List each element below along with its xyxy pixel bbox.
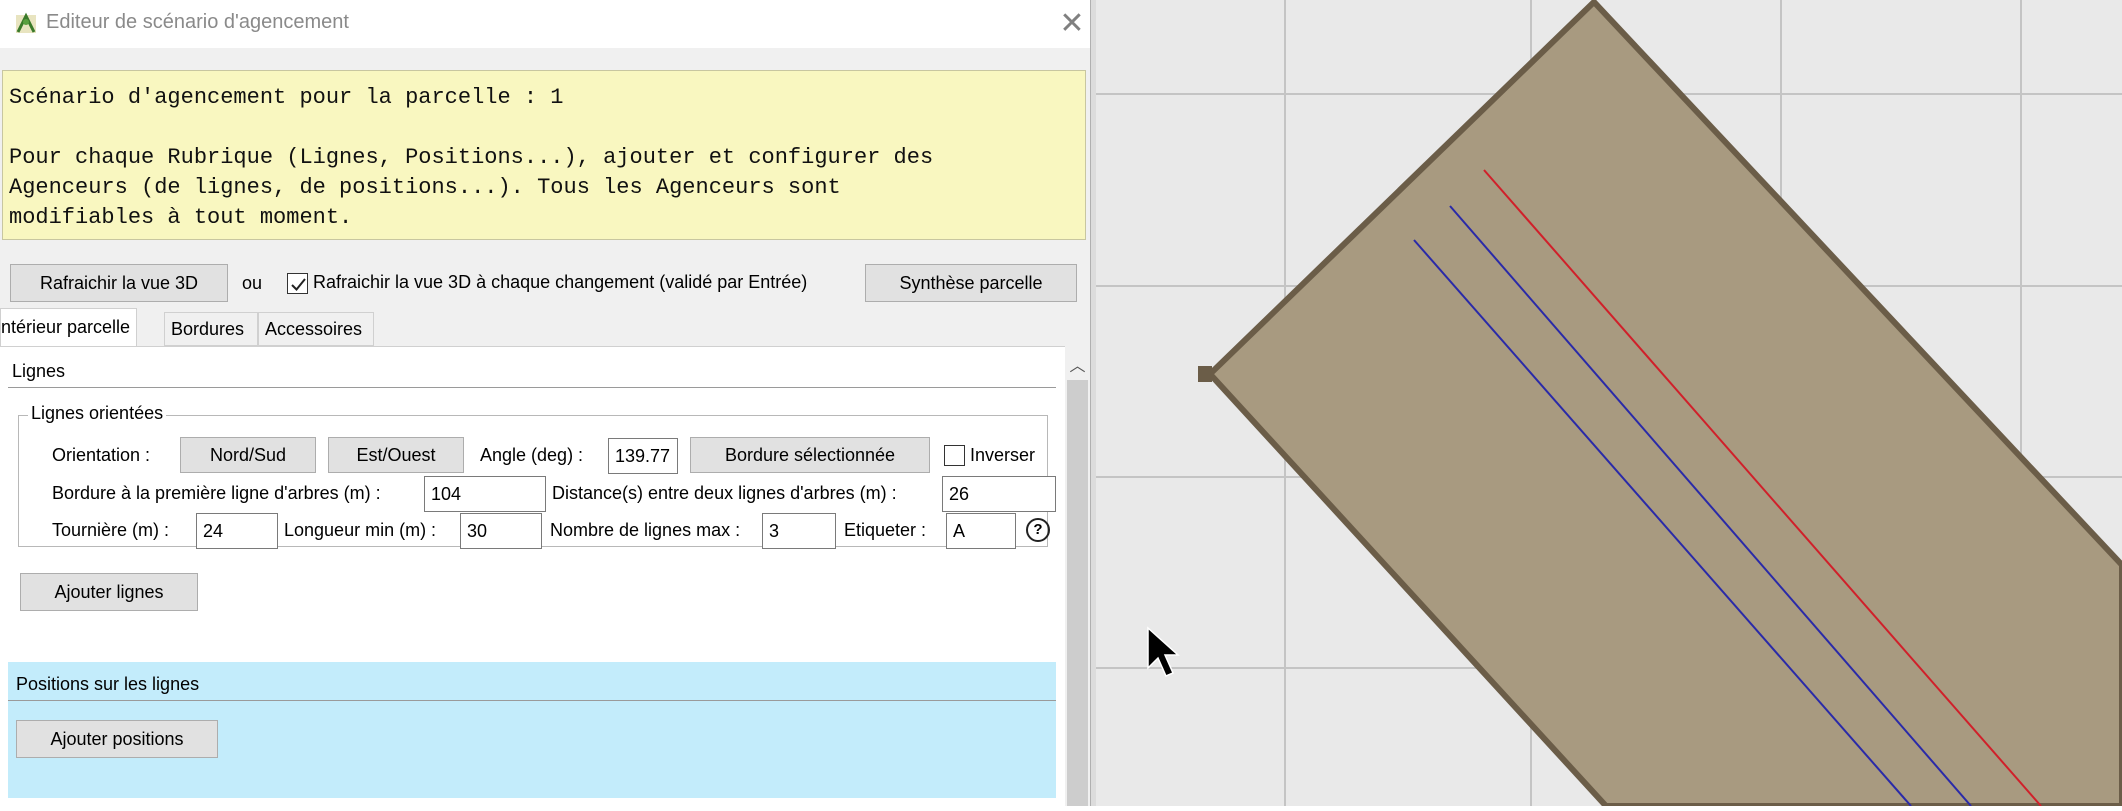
distance-between-lines-field[interactable]: 26 <box>942 476 1056 512</box>
invert-checkbox[interactable] <box>944 445 965 466</box>
info-line-parcel: Scénario d'agencement pour la parcelle :… <box>9 85 564 110</box>
border-first-line-label: Bordure à la première ligne d'arbres (m)… <box>52 483 381 503</box>
vertical-scrollbar[interactable]: ︿ <box>1065 346 1090 806</box>
close-button[interactable]: ✕ <box>1054 6 1090 42</box>
help-glyph: ? <box>1033 521 1043 538</box>
add-positions-button[interactable]: Ajouter positions <box>16 720 218 758</box>
or-label: ou <box>242 273 263 293</box>
tab-interieur-parcelle[interactable]: ntérieur parcelle <box>0 308 138 346</box>
3d-view-canvas[interactable] <box>1096 0 2122 809</box>
scenario-editor-window: Editeur de scénario d'agencement ✕ Scéna… <box>0 0 1090 806</box>
east-west-button[interactable]: Est/Ouest <box>328 437 464 473</box>
info-line-instructions-1: Pour chaque Rubrique (Lignes, Positions.… <box>9 145 934 170</box>
auto-refresh-checkbox[interactable] <box>287 273 308 294</box>
tag-field[interactable]: A <box>946 513 1016 549</box>
3d-view[interactable] <box>1096 0 2122 809</box>
info-line-instructions-2: Agenceurs (de lignes, de positions...). … <box>9 175 841 200</box>
parcel-summary-button[interactable]: Synthèse parcelle <box>865 264 1077 302</box>
headland-field[interactable]: 24 <box>196 513 278 549</box>
info-line-instructions-3: modifiables à tout moment. <box>9 205 353 230</box>
section-divider <box>8 387 1056 388</box>
selected-border-button[interactable]: Bordure sélectionnée <box>690 437 930 473</box>
section-title-positions: Positions sur les lignes <box>16 674 200 694</box>
window-title: Editeur de scénario d'agencement <box>46 11 349 33</box>
auto-refresh-label: Rafraichir la vue 3D à chaque changement… <box>313 272 808 292</box>
border-first-line-field[interactable]: 104 <box>424 476 546 512</box>
checkmark-icon <box>291 278 306 291</box>
tag-label: Etiqueter : <box>844 520 927 540</box>
orientation-label: Orientation : <box>52 445 151 465</box>
max-lines-label: Nombre de lignes max : <box>550 520 741 540</box>
tab-accessoires[interactable]: Accessoires <box>258 312 374 346</box>
tab-strip: ntérieur parcelle Bordures Accessoires <box>0 308 1090 346</box>
help-icon[interactable]: ? <box>1026 518 1050 542</box>
title-bar: Editeur de scénario d'agencement ✕ <box>0 0 1090 48</box>
min-length-label: Longueur min (m) : <box>284 520 437 540</box>
angle-field[interactable]: 139.77 <box>608 438 678 474</box>
section-divider <box>8 700 1056 701</box>
close-icon: ✕ <box>1059 7 1085 40</box>
distance-between-lines-label: Distance(s) entre deux lignes d'arbres (… <box>552 483 897 503</box>
invert-label: Inverser <box>970 445 1036 465</box>
positions-section: Positions sur les lignes Ajouter positio… <box>8 662 1056 798</box>
section-title-lignes: Lignes <box>12 361 66 381</box>
info-box: Scénario d'agencement pour la parcelle :… <box>2 70 1086 240</box>
tab-panel: Lignes Lignes orientées Orientation : No… <box>0 346 1065 806</box>
parcel-vertex-handle <box>1198 366 1212 382</box>
scroll-thumb[interactable] <box>1067 380 1088 806</box>
app-icon <box>16 12 36 33</box>
north-south-button[interactable]: Nord/Sud <box>180 437 316 473</box>
scroll-up-arrow-icon[interactable]: ︿ <box>1065 352 1090 375</box>
min-length-field[interactable]: 30 <box>460 513 542 549</box>
refresh-3d-button[interactable]: Rafraichir la vue 3D <box>10 264 228 302</box>
tab-bordures[interactable]: Bordures <box>164 312 258 346</box>
headland-label: Tournière (m) : <box>52 520 170 540</box>
max-lines-field[interactable]: 3 <box>762 513 836 549</box>
group-title-lignes-orientees: Lignes orientées <box>28 403 167 424</box>
add-lines-button[interactable]: Ajouter lignes <box>20 573 198 611</box>
angle-label: Angle (deg) : <box>480 445 584 465</box>
